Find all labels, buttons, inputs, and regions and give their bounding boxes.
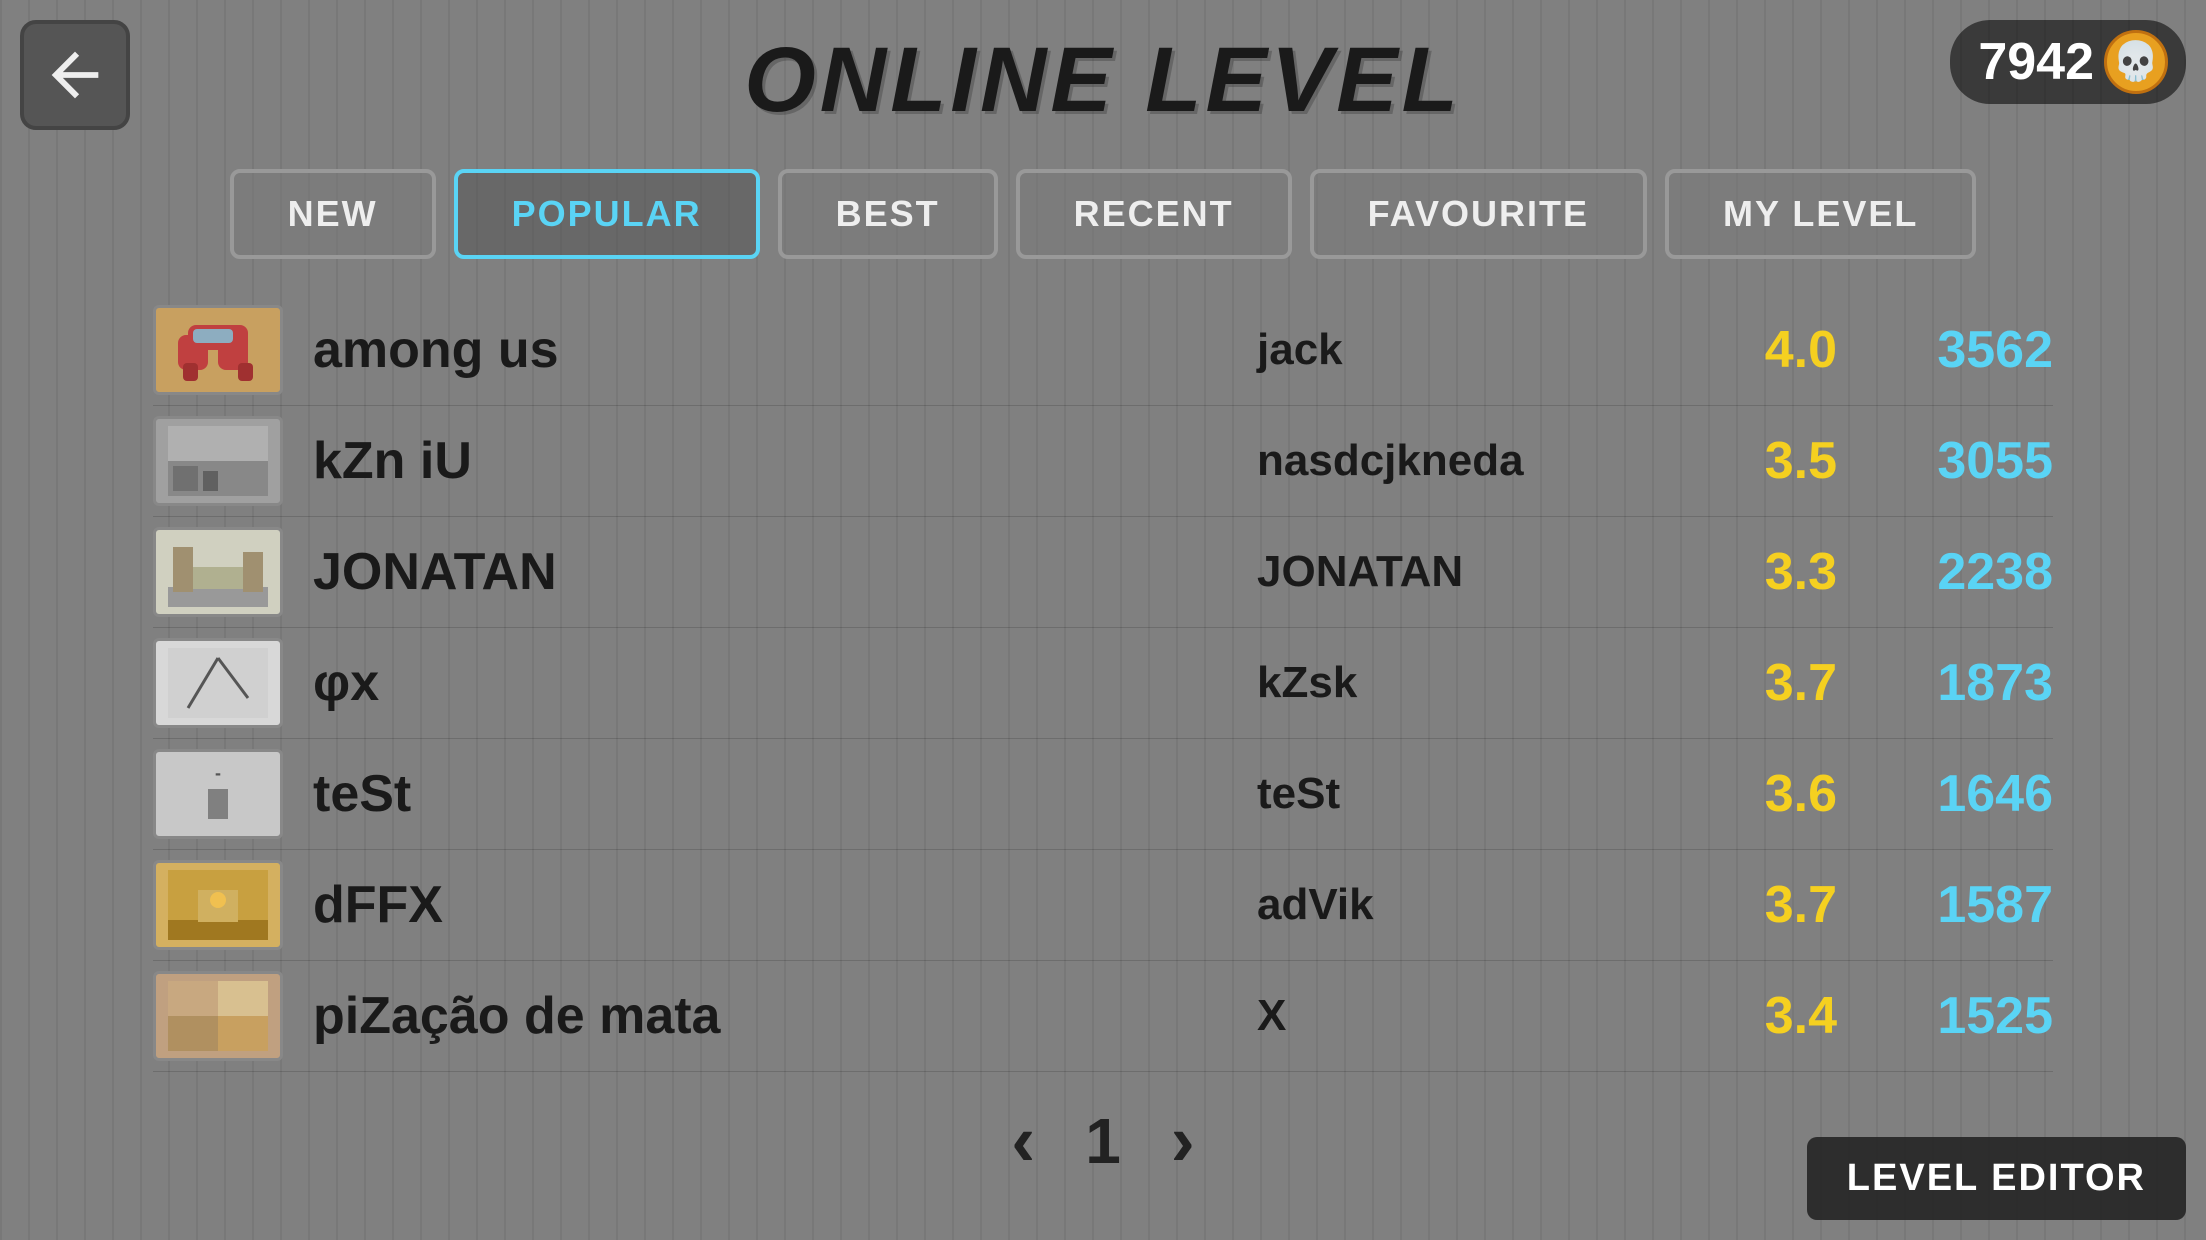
level-rating: 3.5: [1717, 431, 1837, 491]
level-name: φx: [313, 653, 1257, 713]
thumb-image: [168, 315, 268, 385]
back-button[interactable]: [20, 20, 130, 130]
level-name: kZn iU: [313, 431, 1257, 491]
level-plays: 1873: [1873, 653, 2053, 713]
level-thumbnail: -: [153, 749, 283, 839]
svg-text:-: -: [215, 763, 221, 783]
level-rating: 4.0: [1717, 320, 1837, 380]
level-plays: 1587: [1873, 875, 2053, 935]
coin-icon: 💀: [2104, 30, 2168, 94]
level-list: among us jack 4.0 3562 kZn iU nasdcjkned…: [153, 295, 2053, 1072]
tab-best[interactable]: BEST: [778, 169, 998, 259]
level-thumbnail: [153, 305, 283, 395]
level-thumbnail: [153, 971, 283, 1061]
thumb-image: [168, 537, 268, 607]
level-rating: 3.7: [1717, 875, 1837, 935]
level-rating: 3.4: [1717, 986, 1837, 1046]
level-name: JONATAN: [313, 542, 1257, 602]
thumb-image: [168, 981, 268, 1051]
thumb-image: [168, 426, 268, 496]
level-plays: 1525: [1873, 986, 2053, 1046]
level-editor-button[interactable]: LEVEL EDITOR: [1807, 1137, 2186, 1220]
tab-new[interactable]: NEW: [230, 169, 436, 259]
level-author: nasdcjkneda: [1257, 436, 1717, 486]
level-rating: 3.7: [1717, 653, 1837, 713]
level-plays: 3562: [1873, 320, 2053, 380]
coin-count: 7942: [1978, 32, 2094, 92]
table-row[interactable]: - teSt teSt 3.6 1646: [153, 739, 2053, 850]
tab-my-level[interactable]: MY LEVEL: [1665, 169, 1976, 259]
level-thumbnail: [153, 860, 283, 950]
level-plays: 3055: [1873, 431, 2053, 491]
thumb-image: -: [168, 759, 268, 829]
level-author: jack: [1257, 325, 1717, 375]
tab-bar: NEW POPULAR BEST RECENT FAVOURITE MY LEV…: [230, 169, 1977, 259]
level-rating: 3.6: [1717, 764, 1837, 824]
coin-badge: 7942 💀: [1950, 20, 2186, 104]
level-name: among us: [313, 320, 1257, 380]
next-page-button[interactable]: ›: [1171, 1100, 1195, 1182]
page-title: ONLINE LEVEL: [0, 0, 2206, 133]
level-thumbnail: [153, 416, 283, 506]
table-row[interactable]: piZação de mata X 3.4 1525: [153, 961, 2053, 1072]
level-thumbnail: [153, 527, 283, 617]
tab-recent[interactable]: RECENT: [1016, 169, 1292, 259]
prev-page-button[interactable]: ‹: [1011, 1100, 1035, 1182]
level-rating: 3.3: [1717, 542, 1837, 602]
level-author: adVik: [1257, 880, 1717, 930]
table-row[interactable]: φx kZsk 3.7 1873: [153, 628, 2053, 739]
table-row[interactable]: JONATAN JONATAN 3.3 2238: [153, 517, 2053, 628]
level-plays: 1646: [1873, 764, 2053, 824]
level-thumbnail: [153, 638, 283, 728]
level-author: JONATAN: [1257, 547, 1717, 597]
table-row[interactable]: among us jack 4.0 3562: [153, 295, 2053, 406]
level-name: teSt: [313, 764, 1257, 824]
table-row[interactable]: kZn iU nasdcjkneda 3.5 3055: [153, 406, 2053, 517]
table-row[interactable]: dFFX adVik 3.7 1587: [153, 850, 2053, 961]
thumb-image: [168, 648, 268, 718]
level-author: kZsk: [1257, 658, 1717, 708]
back-icon: [40, 40, 110, 110]
thumb-image: [168, 870, 268, 940]
level-name: dFFX: [313, 875, 1257, 935]
page-number: 1: [1085, 1104, 1121, 1178]
level-author: teSt: [1257, 769, 1717, 819]
level-name: piZação de mata: [313, 986, 1257, 1046]
tab-favourite[interactable]: FAVOURITE: [1310, 169, 1647, 259]
level-plays: 2238: [1873, 542, 2053, 602]
level-author: X: [1257, 991, 1717, 1041]
tab-popular[interactable]: POPULAR: [454, 169, 760, 259]
